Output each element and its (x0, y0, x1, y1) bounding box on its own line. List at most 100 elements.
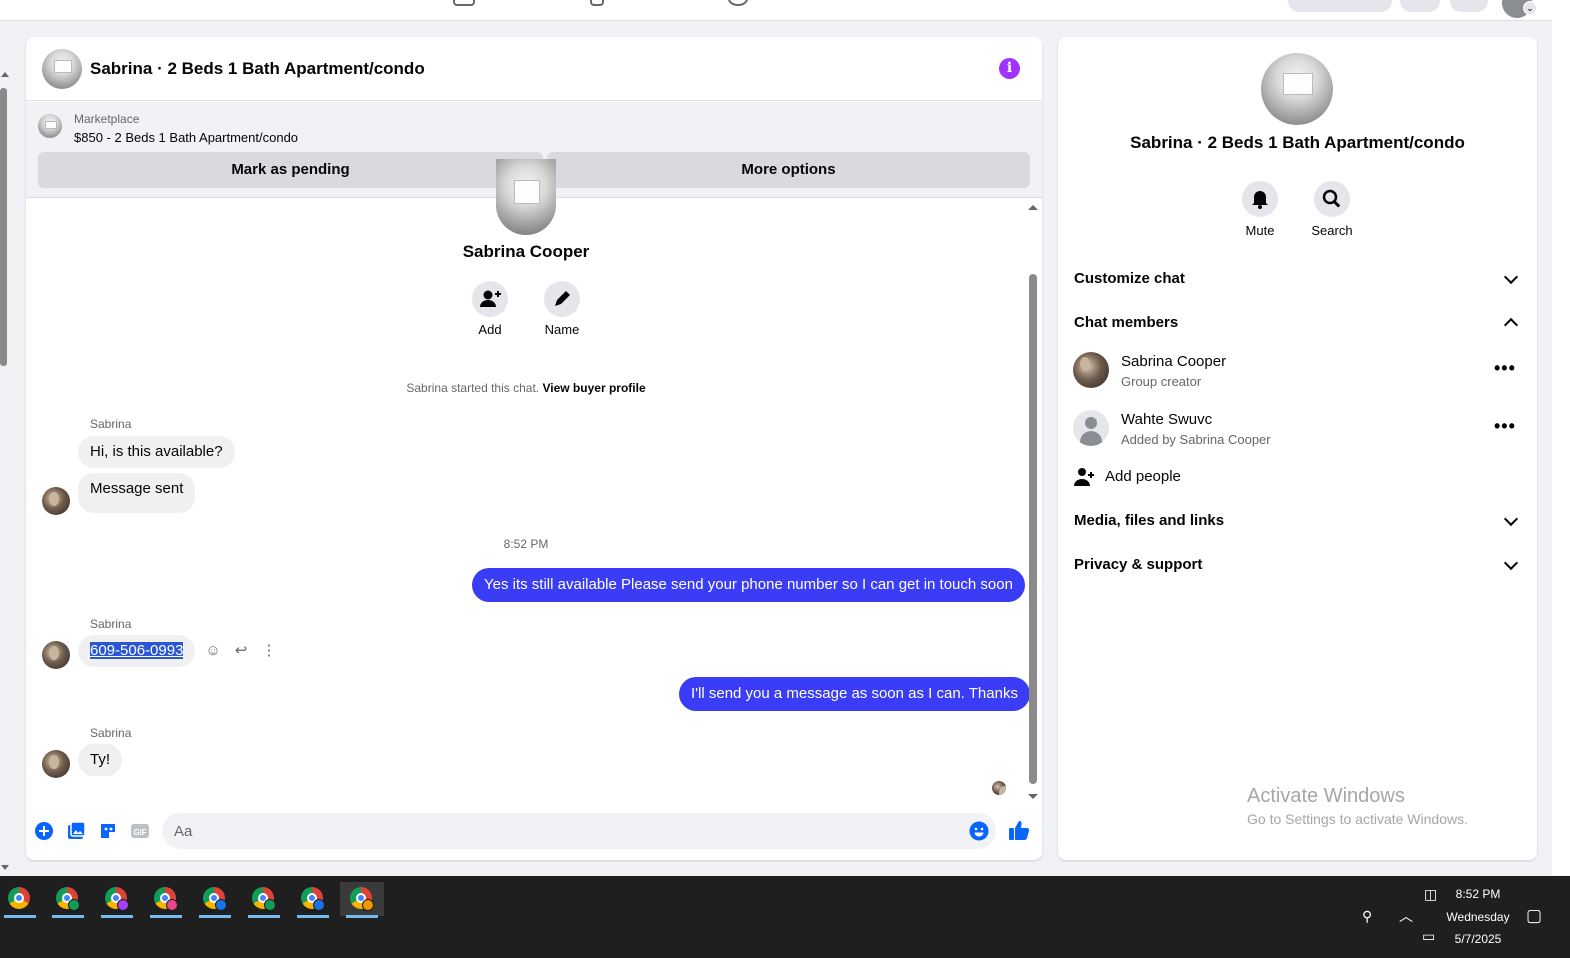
taskbar-chrome-profile[interactable] (146, 882, 186, 918)
member-more-icon[interactable]: ••• (1494, 417, 1516, 435)
chevron-down-icon[interactable] (1503, 511, 1519, 527)
clock-day[interactable]: Wednesday (1440, 910, 1516, 924)
chrome-icon (8, 887, 30, 909)
chat-title[interactable]: Sabrina · 2 Beds 1 Bath Apartment/condo (90, 59, 425, 79)
listing-link[interactable]: $850 - 2 Beds 1 Bath Apartment/condo (74, 130, 298, 145)
chevron-up-icon[interactable] (1503, 317, 1519, 333)
search-label: Search (1311, 223, 1353, 238)
taskbar-chrome-profile[interactable] (48, 882, 88, 918)
message-bubble-selected[interactable]: 609-506-0993 (78, 635, 196, 667)
profile-badge-icon (68, 899, 80, 911)
chat-members-row[interactable]: Chat members (1074, 314, 1178, 331)
listing-thumbnail[interactable] (38, 114, 62, 138)
activate-windows-title: Activate Windows (1247, 785, 1405, 807)
search-button[interactable] (1314, 181, 1350, 217)
chevron-down-icon[interactable] (1503, 555, 1519, 571)
scroll-up-icon[interactable] (1028, 205, 1038, 210)
member-avatar[interactable] (1073, 352, 1109, 388)
mark-as-pending-button[interactable]: Mark as pending (38, 152, 543, 188)
reply-icon[interactable]: ↩ (232, 642, 250, 660)
member-name[interactable]: Wahte Swuvc (1121, 411, 1212, 428)
emoji-icon[interactable] (969, 821, 989, 841)
taskbar-chrome-profile-active[interactable] (340, 882, 384, 918)
more-vertical-icon[interactable]: ⋮ (260, 642, 278, 660)
sticker-icon[interactable] (98, 821, 118, 841)
menu-grid-icon[interactable] (1400, 0, 1440, 12)
gif-icon[interactable]: GIF (130, 821, 150, 841)
watch-nav-icon[interactable] (590, 0, 604, 6)
customize-chat-row[interactable]: Customize chat (1074, 270, 1185, 287)
active-indicator (101, 915, 133, 918)
network-icon[interactable]: ▭ (1422, 928, 1435, 945)
member-more-icon[interactable]: ••• (1494, 359, 1516, 377)
profile-badge-icon (117, 899, 129, 911)
member-avatar[interactable] (1073, 410, 1109, 446)
edit-name-button[interactable] (544, 281, 580, 317)
clock-time[interactable]: 8:52 PM (1440, 887, 1516, 901)
chevron-down-icon[interactable]: ⌄ (1523, 1, 1537, 15)
add-person-button[interactable] (472, 281, 508, 317)
taskbar-chrome-profile[interactable] (293, 882, 333, 918)
media-files-links-row[interactable]: Media, files and links (1074, 512, 1224, 529)
chevron-down-icon[interactable] (1503, 269, 1519, 285)
message-scrollbar[interactable] (1027, 203, 1039, 799)
chat-panel: Sabrina · 2 Beds 1 Bath Apartment/condo … (26, 37, 1042, 860)
message-list: Sabrina Cooper Add Name Sabrina started … (26, 159, 1042, 799)
member-name[interactable]: Sabrina Cooper (1121, 353, 1226, 370)
outgoing-message-bubble[interactable]: I'll send you a message as soon as I can… (679, 677, 1030, 711)
message-bubble[interactable]: Hi, is this available? (78, 436, 235, 468)
member-role: Group creator (1121, 374, 1202, 389)
outgoing-message-bubble[interactable]: Yes its still available Please send your… (472, 568, 1025, 602)
react-icon[interactable]: ☺ (204, 642, 222, 660)
sender-avatar[interactable] (42, 487, 70, 515)
more-options-button[interactable]: More options (547, 152, 1030, 188)
taskbar-chrome-profile[interactable] (97, 882, 137, 918)
sender-avatar[interactable] (42, 750, 70, 778)
message-bubble[interactable]: Ty! (78, 744, 123, 776)
pencil-icon (555, 291, 570, 306)
taskbar-chrome-app[interactable] (0, 882, 40, 918)
mute-button[interactable] (1242, 181, 1278, 217)
gaming-nav-icon[interactable] (728, 0, 748, 6)
notifications-icon[interactable]: ▢ (1526, 906, 1542, 926)
sender-name: Sabrina (90, 617, 132, 631)
selected-phone-number[interactable]: 609-506-0993 (90, 642, 184, 659)
people-icon[interactable]: ⚲ (1362, 908, 1372, 925)
search-icon (1322, 189, 1341, 208)
plus-circle-icon[interactable] (34, 821, 54, 841)
message-bubble[interactable]: Message sent (78, 473, 196, 513)
scroll-down-icon[interactable] (1, 865, 9, 870)
activate-windows-subtitle: Go to Settings to activate Windows. (1247, 811, 1468, 827)
photo-icon[interactable] (66, 821, 86, 841)
scroll-up-icon[interactable] (1, 72, 9, 77)
page-scrollbar-thumb[interactable] (0, 88, 7, 366)
thumbs-up-icon[interactable] (1008, 819, 1030, 841)
info-icon[interactable]: i (999, 58, 1020, 79)
chat-details-panel: Sabrina · 2 Beds 1 Bath Apartment/condo … (1058, 37, 1537, 860)
messenger-nav-icon[interactable] (1450, 0, 1488, 12)
add-label: Add (478, 322, 502, 337)
message-scrollbar-thumb[interactable] (1029, 274, 1037, 784)
marketplace-nav-icon[interactable] (453, 0, 475, 6)
started-text: Sabrina started this chat. (406, 381, 540, 395)
active-indicator (199, 915, 231, 918)
message-input[interactable] (162, 813, 996, 849)
profile-badge-icon (264, 899, 276, 911)
find-friends-pill[interactable] (1288, 0, 1392, 12)
name-label: Name (544, 322, 580, 337)
meet-now-icon[interactable]: ◫ (1424, 886, 1437, 903)
privacy-support-row[interactable]: Privacy & support (1074, 556, 1202, 573)
listing-avatar[interactable] (42, 49, 82, 89)
show-hidden-icons-chevron[interactable]: ︿ (1399, 906, 1413, 926)
clock-date[interactable]: 5/7/2025 (1440, 932, 1516, 946)
taskbar-chrome-profile[interactable] (195, 882, 235, 918)
sender-name: Sabrina (90, 417, 132, 431)
taskbar-chrome-profile[interactable] (244, 882, 284, 918)
sender-avatar[interactable] (42, 641, 70, 669)
window-edge (1552, 0, 1570, 875)
page-scrollbar[interactable] (0, 70, 10, 870)
scroll-down-icon[interactable] (1028, 794, 1038, 799)
view-buyer-profile-link[interactable]: View buyer profile (542, 381, 645, 395)
add-people-button[interactable]: Add people (1105, 468, 1181, 485)
member-role: Added by Sabrina Cooper (1121, 432, 1271, 447)
